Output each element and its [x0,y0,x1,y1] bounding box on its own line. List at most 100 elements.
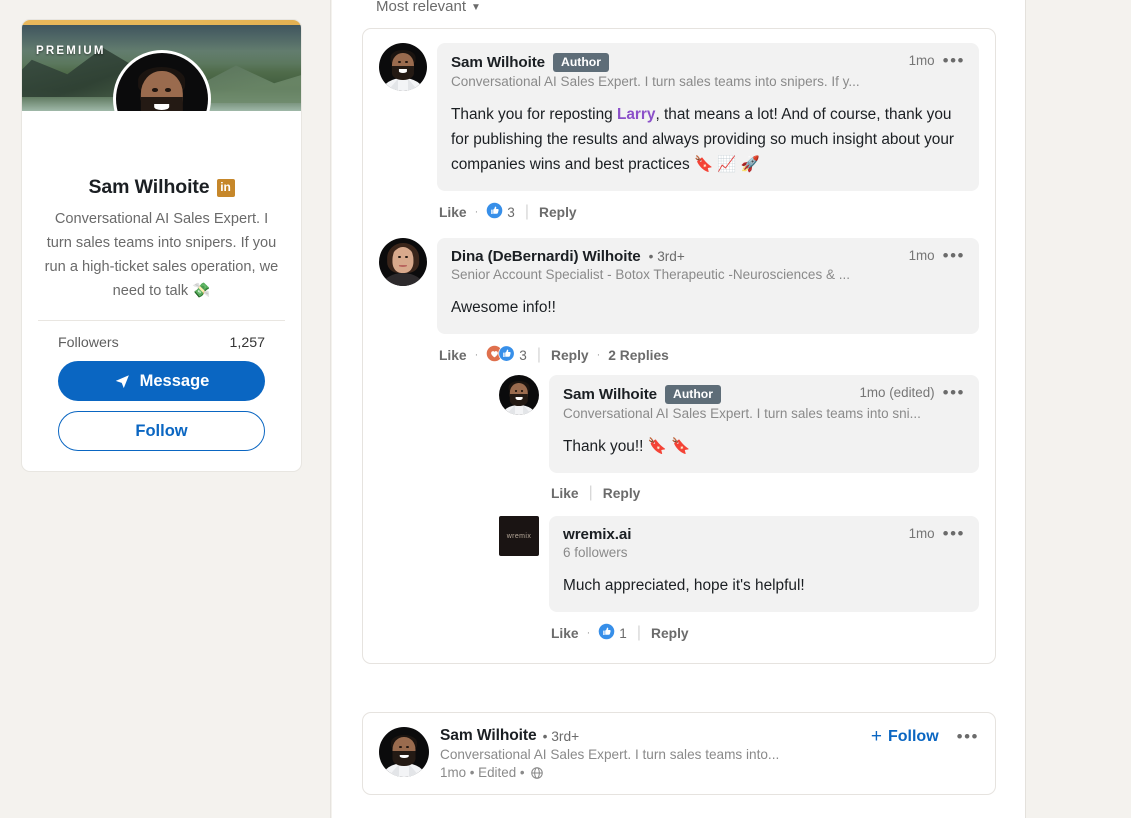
ellipsis-icon[interactable]: ••• [943,52,965,69]
reply-body: Sam Wilhoite Author 1mo (edited) ••• Con… [549,375,979,502]
connection-degree: • 3rd+ [648,249,685,265]
post-follow-label: Follow [887,727,939,745]
follow-button[interactable]: Follow [58,411,265,451]
followers-row: Followers 1,257 [38,321,285,351]
profile-cover-image: PREMIUM [22,25,301,111]
action-separator: · [586,627,591,640]
comment-timestamp: 1mo [908,248,935,264]
author-badge: Author [553,53,609,73]
profile-name-row: Sam Wilhoite in [88,176,235,199]
reply-author[interactable]: Sam Wilhoite Author [563,385,721,405]
reply-author-name: wremix.ai [563,526,632,544]
profile-card: PREMIUM Sam Wilhoite in Conversational A… [21,19,302,472]
reply-header: Sam Wilhoite Author 1mo (edited) ••• [563,384,965,405]
reaction-count: 3 [507,204,515,220]
reply-item: wremix wremix.ai 1mo ••• 6 followers Muc… [499,516,979,643]
reply-button[interactable]: Reply [539,205,577,220]
comment-sort-dropdown[interactable]: Most relevant ▼ [376,0,481,15]
reply-actions: Like | Reply [549,473,979,502]
post-author-info: Sam Wilhoite • 3rd+ Conversational AI Sa… [440,727,860,780]
comment-timestamp: 1mo [908,53,935,68]
reaction-icons [486,202,503,222]
reply-timestamp: 1mo (edited) [859,385,935,401]
ellipsis-icon[interactable]: ••• [943,247,965,264]
comment-header: Dina (DeBernardi) Wilhoite • 3rd+ 1mo ••… [451,247,965,266]
reply-button[interactable]: Reply [603,486,641,501]
reaction-icons [598,623,615,643]
action-divider: | [536,346,541,364]
reply-actions: Like · 1 | Reply [549,612,979,643]
avatar[interactable] [379,727,429,777]
followers-count: 1,257 [229,335,265,351]
globe-icon [530,766,543,779]
avatar[interactable] [379,238,427,287]
action-separator: · [474,206,479,219]
message-button-label: Message [139,371,210,390]
action-separator: · [596,349,601,362]
nested-replies: Sam Wilhoite Author 1mo (edited) ••• Con… [499,375,979,643]
comment-author-headline: Conversational AI Sales Expert. I turn s… [451,74,860,90]
post-follow-button[interactable]: + Follow [871,727,939,746]
ellipsis-icon[interactable]: ••• [957,728,979,745]
comment-bubble: Sam Wilhoite Author 1mo ••• Conversation… [437,43,979,192]
reply-bubble: Sam Wilhoite Author 1mo (edited) ••• Con… [549,375,979,474]
author-badge: Author [665,385,721,405]
profile-avatar[interactable] [112,50,211,111]
avatar[interactable]: wremix [499,516,539,557]
reaction-icons [486,345,515,365]
like-button[interactable]: Like [551,486,579,501]
avatar-image [115,53,208,111]
comment-author-name: Sam Wilhoite [451,54,546,72]
like-reaction-icon [486,202,503,222]
reply-button[interactable]: Reply [651,626,689,641]
comment-actions: Like · 3 | Reply [437,191,979,222]
reactions-group[interactable]: 3 [486,202,515,222]
comment-item: Dina (DeBernardi) Wilhoite • 3rd+ 1mo ••… [379,238,979,645]
main-content-column: Most relevant ▼ Sam Wilhoite Author 1mo … [332,0,1026,818]
reply-text: Thank you!! 🔖 🔖 [563,438,691,456]
comment-header: Sam Wilhoite Author 1mo ••• [451,52,965,73]
chevron-down-icon: ▼ [471,1,481,13]
comments-list: Sam Wilhoite Author 1mo ••• Conversation… [362,28,996,665]
post-actions: + Follow ••• [871,727,979,746]
reply-author[interactable]: wremix.ai [563,526,631,543]
profile-name-text: Sam Wilhoite [88,176,210,198]
comment-author[interactable]: Dina (DeBernardi) Wilhoite • 3rd+ [451,248,685,265]
reactions-group[interactable]: 1 [598,623,627,643]
post-card: Sam Wilhoite • 3rd+ Conversational AI Sa… [362,712,996,795]
comment-item: Sam Wilhoite Author 1mo ••• Conversation… [379,43,979,222]
mention-link[interactable]: Larry [617,106,656,123]
reply-bubble: wremix.ai 1mo ••• 6 followers Much appre… [549,516,979,613]
ellipsis-icon[interactable]: ••• [943,384,965,401]
followers-label: Followers [58,335,119,351]
message-button[interactable]: Message [58,361,265,401]
avatar[interactable] [499,375,539,416]
comment-actions: Like · 3 | Reply · 2 Replies [437,334,979,365]
reply-body: wremix.ai 1mo ••• 6 followers Much appre… [549,516,979,643]
send-icon [115,374,129,388]
reaction-count: 3 [519,347,527,363]
reply-author-headline: Conversational AI Sales Expert. I turn s… [563,406,921,422]
view-replies-button[interactable]: 2 Replies [608,348,669,363]
reply-author-followers: 6 followers [563,545,628,561]
company-logo-text: wremix [506,532,532,540]
comment-text: Awesome info!! [451,299,556,317]
comment-body: Dina (DeBernardi) Wilhoite • 3rd+ 1mo ••… [437,238,979,645]
avatar[interactable] [379,43,427,91]
post-author[interactable]: Sam Wilhoite • 3rd+ [440,727,860,745]
reply-text: Much appreciated, hope it's helpful! [563,577,805,595]
reply-item: Sam Wilhoite Author 1mo (edited) ••• Con… [499,375,979,502]
comment-bubble: Dina (DeBernardi) Wilhoite • 3rd+ 1mo ••… [437,238,979,335]
like-button[interactable]: Like [551,626,579,641]
reactions-group[interactable]: 3 [486,345,527,365]
post-meta: 1mo • Edited • [440,765,860,780]
reaction-count: 1 [619,625,627,641]
like-reaction-icon [598,623,615,643]
ellipsis-icon[interactable]: ••• [943,525,965,542]
reply-button[interactable]: Reply [551,348,589,363]
comment-author[interactable]: Sam Wilhoite Author [451,53,609,73]
like-button[interactable]: Like [439,205,467,220]
post-header: Sam Wilhoite • 3rd+ Conversational AI Sa… [379,727,979,780]
action-divider: | [636,624,641,642]
like-button[interactable]: Like [439,348,467,363]
